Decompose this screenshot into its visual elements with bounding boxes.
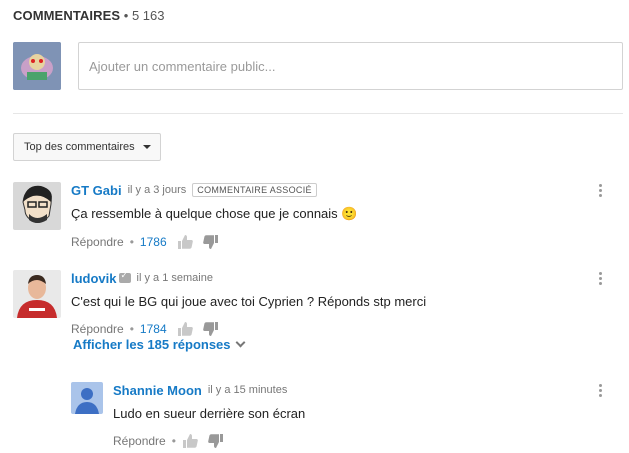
more-options-icon[interactable]: [597, 182, 605, 198]
comments-header: COMMENTAIRES • 5 163: [13, 8, 164, 23]
comments-title: COMMENTAIRES: [13, 8, 121, 23]
action-separator: •: [129, 322, 134, 336]
show-replies-label: Afficher les 185 réponses: [73, 337, 231, 352]
linked-comment-badge: COMMENTAIRE ASSOCIÉ: [192, 183, 317, 197]
reply-button[interactable]: Répondre: [113, 434, 166, 448]
current-user-avatar: [13, 42, 61, 90]
comment-avatar[interactable]: [13, 182, 61, 230]
comment-author[interactable]: GT Gabi: [71, 183, 122, 198]
reply-time[interactable]: il y a 15 minutes: [208, 384, 287, 396]
divider: [13, 113, 623, 114]
comment-time[interactable]: il y a 1 semaine: [137, 272, 213, 284]
caret-down-icon: [142, 145, 151, 149]
more-options-icon[interactable]: [597, 270, 605, 286]
more-options-icon[interactable]: [597, 382, 605, 398]
comment-text: Ça ressemble à quelque chose que je conn…: [71, 206, 358, 221]
comments-separator: •: [123, 8, 129, 23]
sort-dropdown-label: Top des commentaires: [24, 141, 135, 153]
sort-dropdown[interactable]: Top des commentaires: [13, 133, 161, 161]
action-separator: •: [129, 235, 134, 249]
like-count: 1786: [139, 235, 167, 249]
verified-icon: [118, 270, 131, 283]
thumbs-up-icon[interactable]: [182, 434, 198, 448]
thumbs-down-icon[interactable]: [208, 434, 224, 448]
chevron-down-icon: [235, 337, 245, 348]
comment-author[interactable]: ludovik: [71, 271, 117, 286]
thumbs-up-icon[interactable]: [177, 322, 193, 336]
thumbs-down-icon[interactable]: [202, 235, 219, 249]
reply-text: Ludo en sueur derrière son écran: [113, 406, 306, 421]
comment-time[interactable]: il y a 3 jours: [128, 184, 187, 196]
like-count: 1784: [139, 322, 167, 336]
comment-avatar[interactable]: [13, 270, 61, 318]
reply-author[interactable]: Shannie Moon: [113, 383, 202, 398]
reply-button[interactable]: Répondre: [71, 322, 124, 336]
thumbs-up-icon[interactable]: [177, 235, 193, 249]
comments-count: 5 163: [131, 8, 165, 23]
action-separator: •: [171, 434, 176, 448]
comment-text: C'est qui le BG qui joue avec toi Cyprie…: [71, 294, 427, 309]
thumbs-down-icon[interactable]: [202, 322, 219, 336]
show-replies-button[interactable]: Afficher les 185 réponses: [73, 337, 245, 352]
reply-button[interactable]: Répondre: [71, 235, 124, 249]
reply-avatar[interactable]: [71, 382, 103, 414]
comment-input[interactable]: [78, 42, 623, 90]
